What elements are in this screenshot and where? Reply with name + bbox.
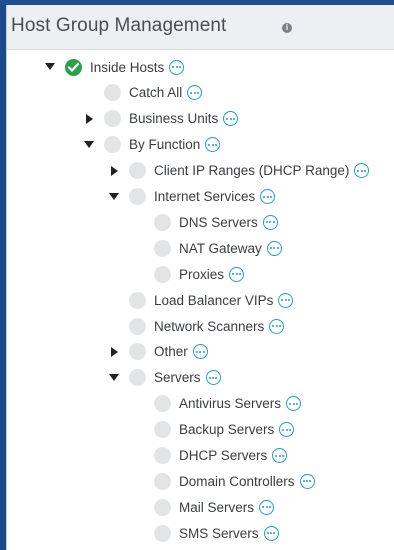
tree-row-label: Proxies [179,266,225,282]
tree-row-label: Mail Servers [179,499,255,515]
status-dot-icon [129,369,146,387]
more-options-icon[interactable] [187,85,203,101]
caret-down-icon[interactable] [109,192,119,202]
tree-row[interactable]: Backup Servers [134,418,295,442]
status-dot-icon [154,447,171,464]
caret-right-icon[interactable] [84,113,94,124]
tree-row-label: Backup Servers [179,422,275,438]
tree-row-label: Internet Services [154,189,256,204]
more-options-icon[interactable] [169,59,185,75]
check-circle-icon [65,58,82,76]
tree-row[interactable]: Mail Servers [134,495,275,519]
tree-row-label: Network Scanners [154,318,265,334]
more-options-icon[interactable] [269,318,285,334]
tree-row-label: Catch All [129,85,183,101]
panel-header: Host Group Management i [7,5,394,50]
tree-row[interactable]: Servers [109,366,221,390]
tree-row[interactable]: Proxies [134,262,245,286]
more-options-icon[interactable] [278,292,294,308]
status-dot-icon [154,421,171,439]
status-dot-icon [104,110,121,128]
status-dot-icon [129,162,146,180]
status-dot-icon [129,291,146,309]
tree-row-label: Load Balancer VIPs [154,292,274,308]
more-options-icon[interactable] [192,344,208,360]
more-options-icon[interactable] [279,422,295,438]
page-title: Host Group Management [11,15,227,36]
more-options-icon[interactable] [223,111,239,127]
more-options-icon[interactable] [260,189,276,204]
tree-row[interactable]: Other [109,340,208,364]
status-dot-icon [129,188,146,205]
more-options-icon[interactable] [299,473,315,489]
caret-down-icon[interactable] [109,373,119,383]
caret-right-icon[interactable] [109,346,119,357]
tree-row[interactable]: SMS Servers [134,521,279,545]
tree-row-label: Servers [154,370,201,386]
tree-row[interactable]: Domain Controllers [134,469,315,493]
tree-row-label: Antivirus Servers [179,396,282,412]
status-dot-icon [154,265,171,283]
status-dot-icon [129,317,146,335]
tree-row-label: NAT Gateway [179,240,262,256]
tree-row-label: SMS Servers [179,525,259,541]
tree-row-label: Business Units [129,111,219,127]
caret-right-icon[interactable] [109,165,119,176]
more-options-icon[interactable] [286,396,302,412]
more-options-icon[interactable] [205,370,221,386]
more-options-icon[interactable] [259,499,275,515]
tree-row[interactable]: Load Balancer VIPs [109,288,294,312]
caret-down-icon[interactable] [45,62,55,72]
more-options-icon[interactable] [205,137,221,153]
status-dot-icon [104,84,121,102]
tree-row-label: DHCP Servers [179,448,268,463]
status-dot-icon [129,343,146,361]
tree-row-label: Domain Controllers [179,473,295,489]
status-dot-icon [154,213,171,231]
status-dot-icon [154,395,171,413]
tree-row[interactable]: Catch All [84,81,203,105]
more-options-icon[interactable] [263,525,279,541]
status-dot-icon [154,498,171,516]
tree-row[interactable]: Antivirus Servers [134,392,302,416]
info-icon[interactable]: i [282,23,292,33]
tree-row-label: Inside Hosts [90,59,165,75]
tree-row-label: Other [154,344,188,360]
more-options-icon[interactable] [229,266,245,282]
tree-row[interactable]: By Function [84,133,221,157]
tree-row-label: By Function [129,137,201,153]
tree-row[interactable]: Inside Hosts [45,55,185,79]
status-dot-icon [154,524,171,542]
status-dot-icon [154,472,171,490]
tree-row[interactable]: NAT Gateway [134,236,282,260]
tree-row[interactable]: Internet Services [109,185,276,209]
tree-row[interactable]: DHCP Servers [134,444,288,468]
more-options-icon[interactable] [272,448,288,463]
tree-row[interactable]: Network Scanners [109,314,285,338]
status-dot-icon [104,136,121,154]
tree-row-label: DNS Servers [179,214,258,230]
tree-row[interactable]: Client IP Ranges (DHCP Range) [109,159,370,183]
more-options-icon[interactable] [266,240,282,256]
status-dot-icon [154,239,171,257]
more-options-icon[interactable] [262,214,278,230]
tree-row-label: Client IP Ranges (DHCP Range) [154,163,350,179]
tree-row[interactable]: Business Units [84,107,239,131]
tree-row[interactable]: DNS Servers [134,210,278,234]
caret-down-icon[interactable] [84,140,94,150]
more-options-icon[interactable] [354,163,370,179]
host-group-panel: Host Group Management i Inside Hosts Catc… [6,5,394,550]
